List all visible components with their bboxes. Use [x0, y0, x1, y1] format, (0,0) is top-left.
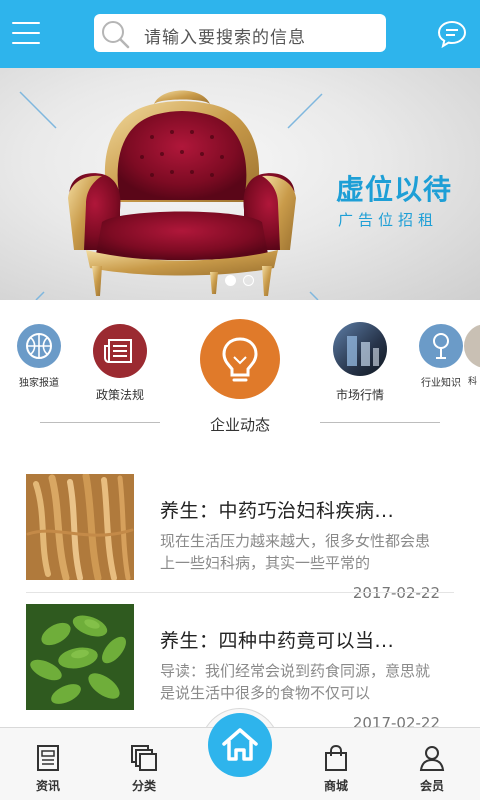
- top-bar: 请输入要搜索的信息: [0, 0, 480, 68]
- search-icon: [102, 21, 130, 49]
- home-button[interactable]: [208, 713, 272, 777]
- search-placeholder: 请输入要搜索的信息: [144, 28, 306, 48]
- divider-line: [26, 592, 454, 593]
- tab-category[interactable]: 分类: [104, 728, 184, 801]
- lightbulb-icon: [200, 319, 280, 399]
- banner-subtitle: 广告位招租: [338, 211, 439, 229]
- user-icon: [419, 746, 445, 771]
- newspaper-icon: [93, 324, 147, 378]
- armchair-image: [68, 90, 296, 296]
- news-item[interactable]: 养生：中药巧治妇科疾病... 现在生活压力越来越大，很多女性都会患上一些妇科病，…: [0, 474, 480, 602]
- divider-line: [40, 422, 160, 423]
- banner-title: 虚位以待: [336, 173, 453, 206]
- news-title: 养生：四种中药竟可以当...: [160, 630, 395, 652]
- category-label: 政策法规: [95, 388, 144, 402]
- news-thumbnail: [26, 604, 134, 710]
- news-description: 现在生活压力越来越大，很多女性都会患上一些妇科病，其实一些平常的: [160, 532, 431, 572]
- category-item-partial[interactable]: 科: [464, 324, 480, 387]
- tab-label: 分类: [131, 779, 156, 793]
- tab-label: 商城: [323, 779, 348, 793]
- news-thumbnail: [26, 474, 134, 580]
- shopping-bag-icon: [325, 744, 347, 771]
- tab-shop[interactable]: 商城: [296, 728, 376, 801]
- partial-icon: [464, 324, 480, 368]
- carousel-dot-active[interactable]: [225, 275, 236, 286]
- search-input[interactable]: 请输入要搜索的信息: [94, 14, 386, 52]
- category-item-industry[interactable]: 行业知识: [416, 324, 466, 389]
- category-label: 行业知识: [421, 378, 461, 389]
- tab-label: 资讯: [35, 779, 60, 793]
- basketball-icon: [17, 324, 61, 368]
- ad-banner[interactable]: 虚位以待 广告位招租: [0, 68, 480, 300]
- category-item-market[interactable]: 市场行情: [330, 322, 390, 403]
- category-item-policy[interactable]: 政策法规: [88, 324, 152, 403]
- category-item-company-news[interactable]: [200, 319, 280, 399]
- category-label: 市场行情: [335, 388, 384, 402]
- category-label: 科: [468, 377, 478, 387]
- category-icon: [131, 745, 157, 771]
- category-item-exclusive[interactable]: 独家报道: [14, 324, 64, 389]
- home-icon: [222, 728, 258, 761]
- market-photo-icon: [333, 322, 387, 376]
- carousel-dot[interactable]: [243, 275, 254, 286]
- tab-label: 会员: [419, 779, 444, 793]
- chat-bubble-icon[interactable]: [436, 18, 468, 50]
- news-description: 导读：我们经常会说到药食同源，意思就是说生活中很多的食物不仅可以: [160, 662, 431, 702]
- category-carousel[interactable]: 独家报道 政策法规 市场行情 行业知识 科 企业动态: [0, 300, 480, 450]
- menu-icon[interactable]: [12, 20, 40, 46]
- microphone-icon: [419, 324, 463, 368]
- category-label: 独家报道: [19, 378, 59, 389]
- tab-member[interactable]: 会员: [392, 728, 472, 801]
- active-category-label: 企业动态: [209, 416, 270, 434]
- news-icon: [37, 745, 59, 771]
- tab-news[interactable]: 资讯: [8, 728, 88, 801]
- news-date: 2017-02-22: [352, 584, 440, 602]
- divider-line: [320, 422, 440, 423]
- news-title: 养生：中药巧治妇科疾病...: [160, 500, 395, 522]
